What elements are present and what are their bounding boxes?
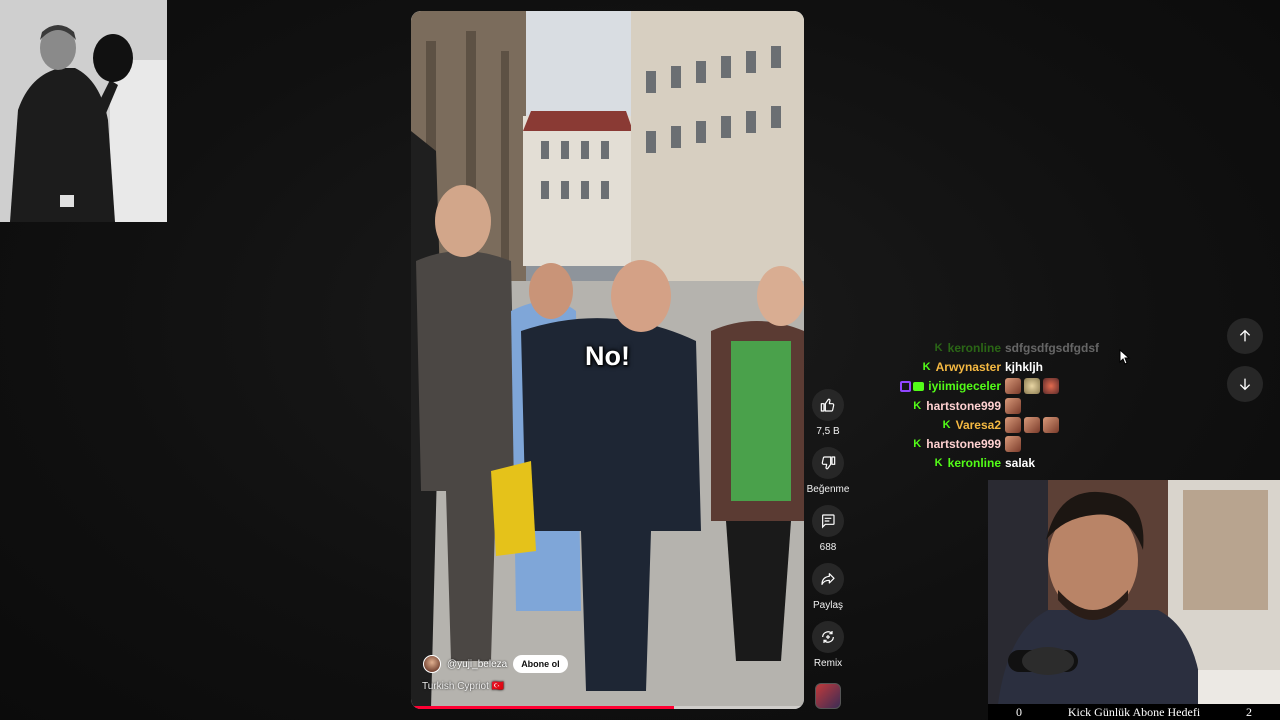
kick-badge-icon: K	[942, 418, 951, 431]
chat-message-body: sdfgsdfgsdfgdsf	[1005, 341, 1100, 355]
share-action: Paylaş	[812, 563, 844, 612]
face-emote-icon	[1005, 378, 1021, 395]
subscriber-goal-bar: 0 Kick Günlük Abone Hedefi 2	[988, 704, 1280, 720]
kick-badge-icon: K	[922, 360, 931, 373]
webcam-image	[988, 480, 1280, 704]
kick-badge-icon: K	[934, 341, 943, 354]
egg-emote-icon	[1024, 378, 1040, 395]
channel-row: @yuji_beleza Abone ol	[423, 655, 568, 673]
chat-message-text: kjhkljh	[1005, 359, 1044, 374]
angry-emote-icon	[1043, 378, 1059, 395]
like-button[interactable]	[812, 389, 844, 421]
chat-username[interactable]: hartstone999	[926, 399, 1001, 413]
like-action: 7,5 B	[812, 389, 844, 438]
chat-message-body	[1005, 397, 1100, 414]
comment-icon	[822, 514, 835, 529]
face-emote-icon	[1005, 436, 1021, 453]
video-title[interactable]: Turkish Cypriot 🇹🇷	[422, 681, 504, 692]
like-count: 7,5 B	[816, 426, 840, 437]
chat-username[interactable]: Arwynaster	[936, 360, 1001, 374]
portrait-overlay	[0, 0, 167, 222]
channel-name[interactable]: @yuji_beleza	[447, 659, 507, 670]
remix-action: Remix	[812, 621, 844, 670]
comments-button[interactable]	[812, 505, 844, 537]
share-button[interactable]	[812, 563, 844, 595]
chat-badges: K	[922, 360, 932, 373]
chat-message: Khartstone999	[900, 434, 1100, 453]
chat-message-body: kjhkljh	[1005, 360, 1100, 374]
goal-target: 2	[1246, 704, 1252, 719]
face-emote-icon	[1005, 416, 1021, 433]
chat-message-body: salak	[1005, 456, 1100, 470]
chat-badges: K	[942, 418, 952, 431]
thumbs-up-icon	[820, 398, 835, 412]
next-video-button[interactable]	[1227, 366, 1263, 402]
face-emote-icon	[1005, 397, 1021, 414]
arrow-down-icon	[1239, 378, 1251, 391]
remix-icon	[822, 631, 834, 643]
comment-action: 688	[812, 505, 844, 554]
comment-count: 688	[819, 542, 837, 553]
chat-username[interactable]: hartstone999	[926, 437, 1001, 451]
arrow-up-icon	[1239, 329, 1251, 342]
chat-badges	[900, 380, 925, 392]
chat-message-body	[1005, 436, 1100, 453]
chat-message: Kkeronline salak	[900, 454, 1100, 473]
chat-message-body	[1005, 378, 1100, 395]
chat-badges: K	[913, 399, 922, 412]
chat-message-text: sdfgsdfgsdfgdsf	[1005, 340, 1099, 355]
face-emote-icon	[1043, 416, 1059, 433]
chat-username[interactable]: Varesa2	[956, 418, 1001, 432]
short-video-player[interactable]: No! @yuji_beleza Abone ol Turkish Cyprio…	[411, 11, 804, 709]
dislike-button[interactable]	[812, 447, 844, 479]
previous-video-button[interactable]	[1227, 318, 1263, 354]
chat-message: K Arwynaster kjhkljh	[900, 357, 1100, 376]
share-icon	[821, 573, 835, 585]
chat-badges: K	[934, 457, 944, 470]
dislike-label: Beğenme	[806, 484, 850, 495]
goal-current: 0	[1016, 704, 1022, 719]
goal-label: Kick Günlük Abone Hedefi	[1067, 704, 1201, 719]
subscriber-badge-icon	[913, 381, 925, 391]
webcam-feed	[988, 480, 1280, 704]
kick-badge-icon: K	[913, 438, 922, 451]
kick-badge-icon: K	[913, 399, 922, 412]
face-emote-icon	[1024, 416, 1040, 433]
mouse-cursor-icon	[1119, 349, 1131, 365]
chat-message-body	[1005, 416, 1100, 433]
chat-message: Kkeronline sdfgsdfgsdfgdsf	[900, 338, 1100, 357]
portrait-image	[0, 0, 167, 222]
video-progress-fill	[411, 706, 675, 709]
chat-message: Khartstone999	[900, 396, 1100, 415]
share-label: Paylaş	[812, 600, 843, 611]
chat-message: iyiimigeceler	[900, 377, 1100, 396]
twitch-badge-icon	[900, 380, 912, 392]
dislike-action: Beğenme	[806, 447, 850, 496]
video-progress-bar[interactable]	[411, 706, 804, 709]
chat-username[interactable]: keronline	[948, 341, 1001, 355]
chat-overlay: Kkeronline sdfgsdfgsdfgdsf K Arwynaster kjhk…	[900, 338, 1100, 473]
chat-badges: K	[913, 438, 922, 451]
video-caption: No!	[585, 341, 630, 371]
remix-button[interactable]	[812, 621, 844, 653]
subscribe-button[interactable]: Abone ol	[513, 655, 568, 673]
channel-avatar[interactable]	[423, 655, 441, 673]
remix-label: Remix	[813, 658, 843, 669]
sound-thumbnail[interactable]	[815, 683, 841, 709]
chat-message-text: salak	[1005, 456, 1036, 471]
chat-username[interactable]: keronline	[948, 456, 1001, 470]
chat-badges: K	[934, 341, 944, 354]
chat-message: K Varesa2	[900, 415, 1100, 434]
shorts-action-column: 7,5 B Beğenme 688 Paylaş Remix	[806, 389, 850, 679]
kick-badge-icon: K	[934, 457, 943, 470]
thumbs-down-icon	[821, 456, 836, 470]
chat-username[interactable]: iyiimigeceler	[928, 379, 1001, 393]
